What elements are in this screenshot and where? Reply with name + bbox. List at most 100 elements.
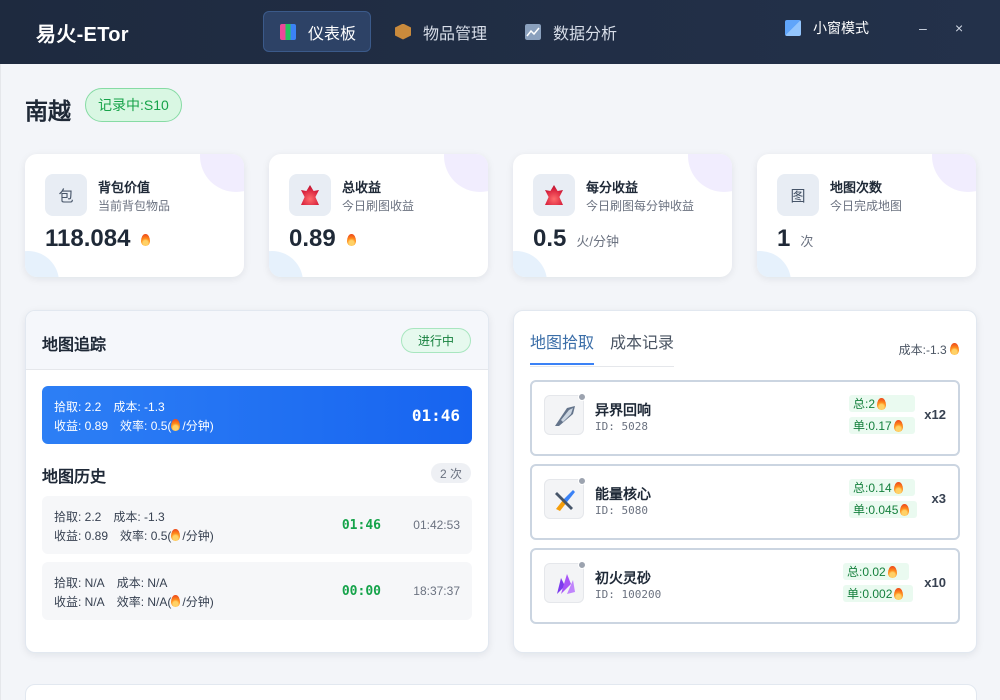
track-line-1: 拾取: 2.2 成本: -1.3: [54, 398, 177, 415]
map-icon: 图: [777, 174, 819, 216]
tab-cost-record[interactable]: 成本记录: [610, 329, 674, 365]
fire-icon: [950, 343, 959, 355]
stat-unit: 次: [800, 234, 814, 249]
drop-item-card[interactable]: 初火灵砂 ID: 100200 总:0.02 单:0.002 x10: [530, 548, 960, 624]
item-total-price: 总:0.14: [849, 479, 915, 496]
stat-value: 1次: [777, 225, 813, 253]
fire-icon: [894, 587, 904, 600]
stat-card-total-income: 总收益 今日刷图收益 0.89: [269, 154, 488, 277]
recording-badge: 记录中:S10: [85, 88, 182, 122]
item-total-text: 总:2: [853, 397, 876, 411]
nav-items[interactable]: 物品管理: [379, 11, 501, 52]
item-id: ID: 5028: [595, 420, 648, 433]
income-text: 收益: 0.89: [54, 529, 109, 543]
window-icon: [785, 20, 801, 36]
history-row[interactable]: 拾取: 2.2 成本: -1.3 收益: 0.89 效率: 0.5( /分钟) 01:…: [42, 496, 472, 554]
item-id: ID: 100200: [595, 588, 662, 601]
fire-icon: [171, 529, 181, 541]
drop-item-card[interactable]: 异界回响 ID: 5028 总:2 单:0.17 x12: [530, 380, 960, 456]
cost-summary: 成本:-1.3: [899, 341, 959, 358]
nav-analytics-label: 数据分析: [553, 25, 618, 43]
map-tracking-panel: 地图追踪 进行中 拾取: 2.2 成本: -1.3 收益: 0.89 效率: 0.5…: [25, 310, 489, 653]
fire-icon: [877, 397, 887, 410]
income-text: 收益: N/A: [54, 595, 105, 609]
item-unit-price: 单:0.045: [849, 501, 917, 518]
stat-name: 总收益: [342, 180, 382, 195]
pickup-text: 拾取: N/A: [54, 576, 105, 590]
efficiency-text: 效率: 0.5(: [120, 419, 172, 433]
item-unit-text: 单:0.002: [847, 587, 893, 601]
efficiency-unit: /分钟): [182, 529, 214, 543]
nav-analytics[interactable]: 数据分析: [509, 11, 631, 52]
item-id: ID: 5080: [595, 504, 648, 517]
nav-items-label: 物品管理: [423, 25, 488, 43]
ember-icon: [533, 174, 575, 216]
chart-icon: [525, 23, 542, 40]
stat-value: 0.89: [289, 225, 356, 253]
app-title: 易火-ETor: [36, 24, 129, 46]
history-timestamp: 01:42:53: [413, 518, 460, 532]
stat-sub: 今日完成地图: [830, 199, 903, 213]
stat-sub: 今日刷图收益: [342, 199, 415, 213]
panel-title: 地图追踪: [42, 337, 107, 354]
fire-icon: [893, 419, 903, 432]
tab-map-pickup[interactable]: 地图拾取: [530, 329, 595, 365]
energy-core-icon: [544, 477, 586, 519]
fire-icon: [171, 419, 181, 431]
bottom-panel: [25, 684, 977, 700]
nav-dashboard[interactable]: 仪表板: [263, 11, 372, 52]
item-name: 异界回响: [595, 402, 651, 418]
stat-name: 地图次数: [830, 180, 883, 195]
close-button[interactable]: ×: [955, 20, 963, 36]
ember-icon: [289, 174, 331, 216]
item-name: 初火灵砂: [595, 570, 651, 586]
stat-value: 0.5 火/分钟: [533, 225, 619, 253]
efficiency-text: 效率: 0.5(: [120, 529, 172, 543]
cost-value: 成本:-1.3: [898, 343, 947, 357]
history-line-1: 拾取: 2.2 成本: -1.3: [54, 508, 177, 525]
tab-divider: [530, 366, 674, 367]
efficiency-unit: /分钟): [182, 595, 214, 609]
fire-icon: [141, 234, 151, 246]
cost-text: 成本: -1.3: [113, 400, 165, 414]
panel-header: 地图追踪 进行中: [26, 311, 488, 370]
mini-mode-button[interactable]: 小窗模式: [785, 18, 869, 38]
history-count-badge: 2 次: [430, 463, 471, 483]
track-line-2: 收益: 0.89 效率: 0.5( /分钟): [54, 417, 226, 434]
map-duration: 01:46: [411, 406, 460, 425]
drop-item-card[interactable]: 能量核心 ID: 5080 总:0.14 单:0.045 x3: [530, 464, 960, 540]
fire-icon: [346, 234, 356, 246]
item-total-text: 总:0.02: [847, 565, 886, 579]
bag-icon: 包: [45, 174, 87, 216]
item-unit-text: 单:0.17: [853, 419, 892, 433]
history-duration: 01:46: [341, 518, 381, 533]
history-line-2: 收益: 0.89 效率: 0.5( /分钟): [54, 527, 226, 544]
dashboard-icon: [280, 23, 296, 40]
efficiency-unit: /分钟): [182, 419, 214, 433]
status-badge: 进行中: [400, 328, 471, 353]
history-title: 地图历史: [42, 469, 107, 486]
fire-icon: [887, 565, 897, 578]
item-total-text: 总:0.14: [853, 481, 892, 495]
current-map-card[interactable]: 拾取: 2.2 成本: -1.3 收益: 0.89 效率: 0.5( /分钟) 01:…: [42, 386, 472, 444]
efficiency-text: 效率: N/A(: [116, 595, 172, 609]
page-title: 南越: [25, 98, 71, 124]
box-icon: [395, 23, 412, 40]
stat-sub: 今日刷图每分钟收益: [586, 199, 695, 213]
pickup-text: 拾取: 2.2: [54, 510, 102, 524]
spirit-sand-icon: [544, 561, 586, 603]
item-name: 能量核心: [595, 486, 651, 502]
fire-icon: [900, 503, 910, 516]
minimize-button[interactable]: –: [919, 20, 927, 36]
item-unit-price: 单:0.002: [843, 585, 913, 602]
stat-value-number: 0.5: [533, 225, 567, 252]
history-timestamp: 18:37:37: [413, 584, 460, 598]
item-total-price: 总:2: [849, 395, 915, 412]
stat-card-map-count: 图 地图次数 今日完成地图 1次: [757, 154, 976, 277]
nav-dashboard-label: 仪表板: [308, 25, 357, 43]
history-row[interactable]: 拾取: N/A 成本: N/A 收益: N/A 效率: N/A(/分钟) 00:00…: [42, 562, 472, 620]
income-text: 收益: 0.89: [54, 419, 109, 433]
fire-icon: [171, 595, 181, 607]
stat-value-number: 118.084: [45, 225, 131, 252]
fire-icon: [893, 481, 903, 494]
